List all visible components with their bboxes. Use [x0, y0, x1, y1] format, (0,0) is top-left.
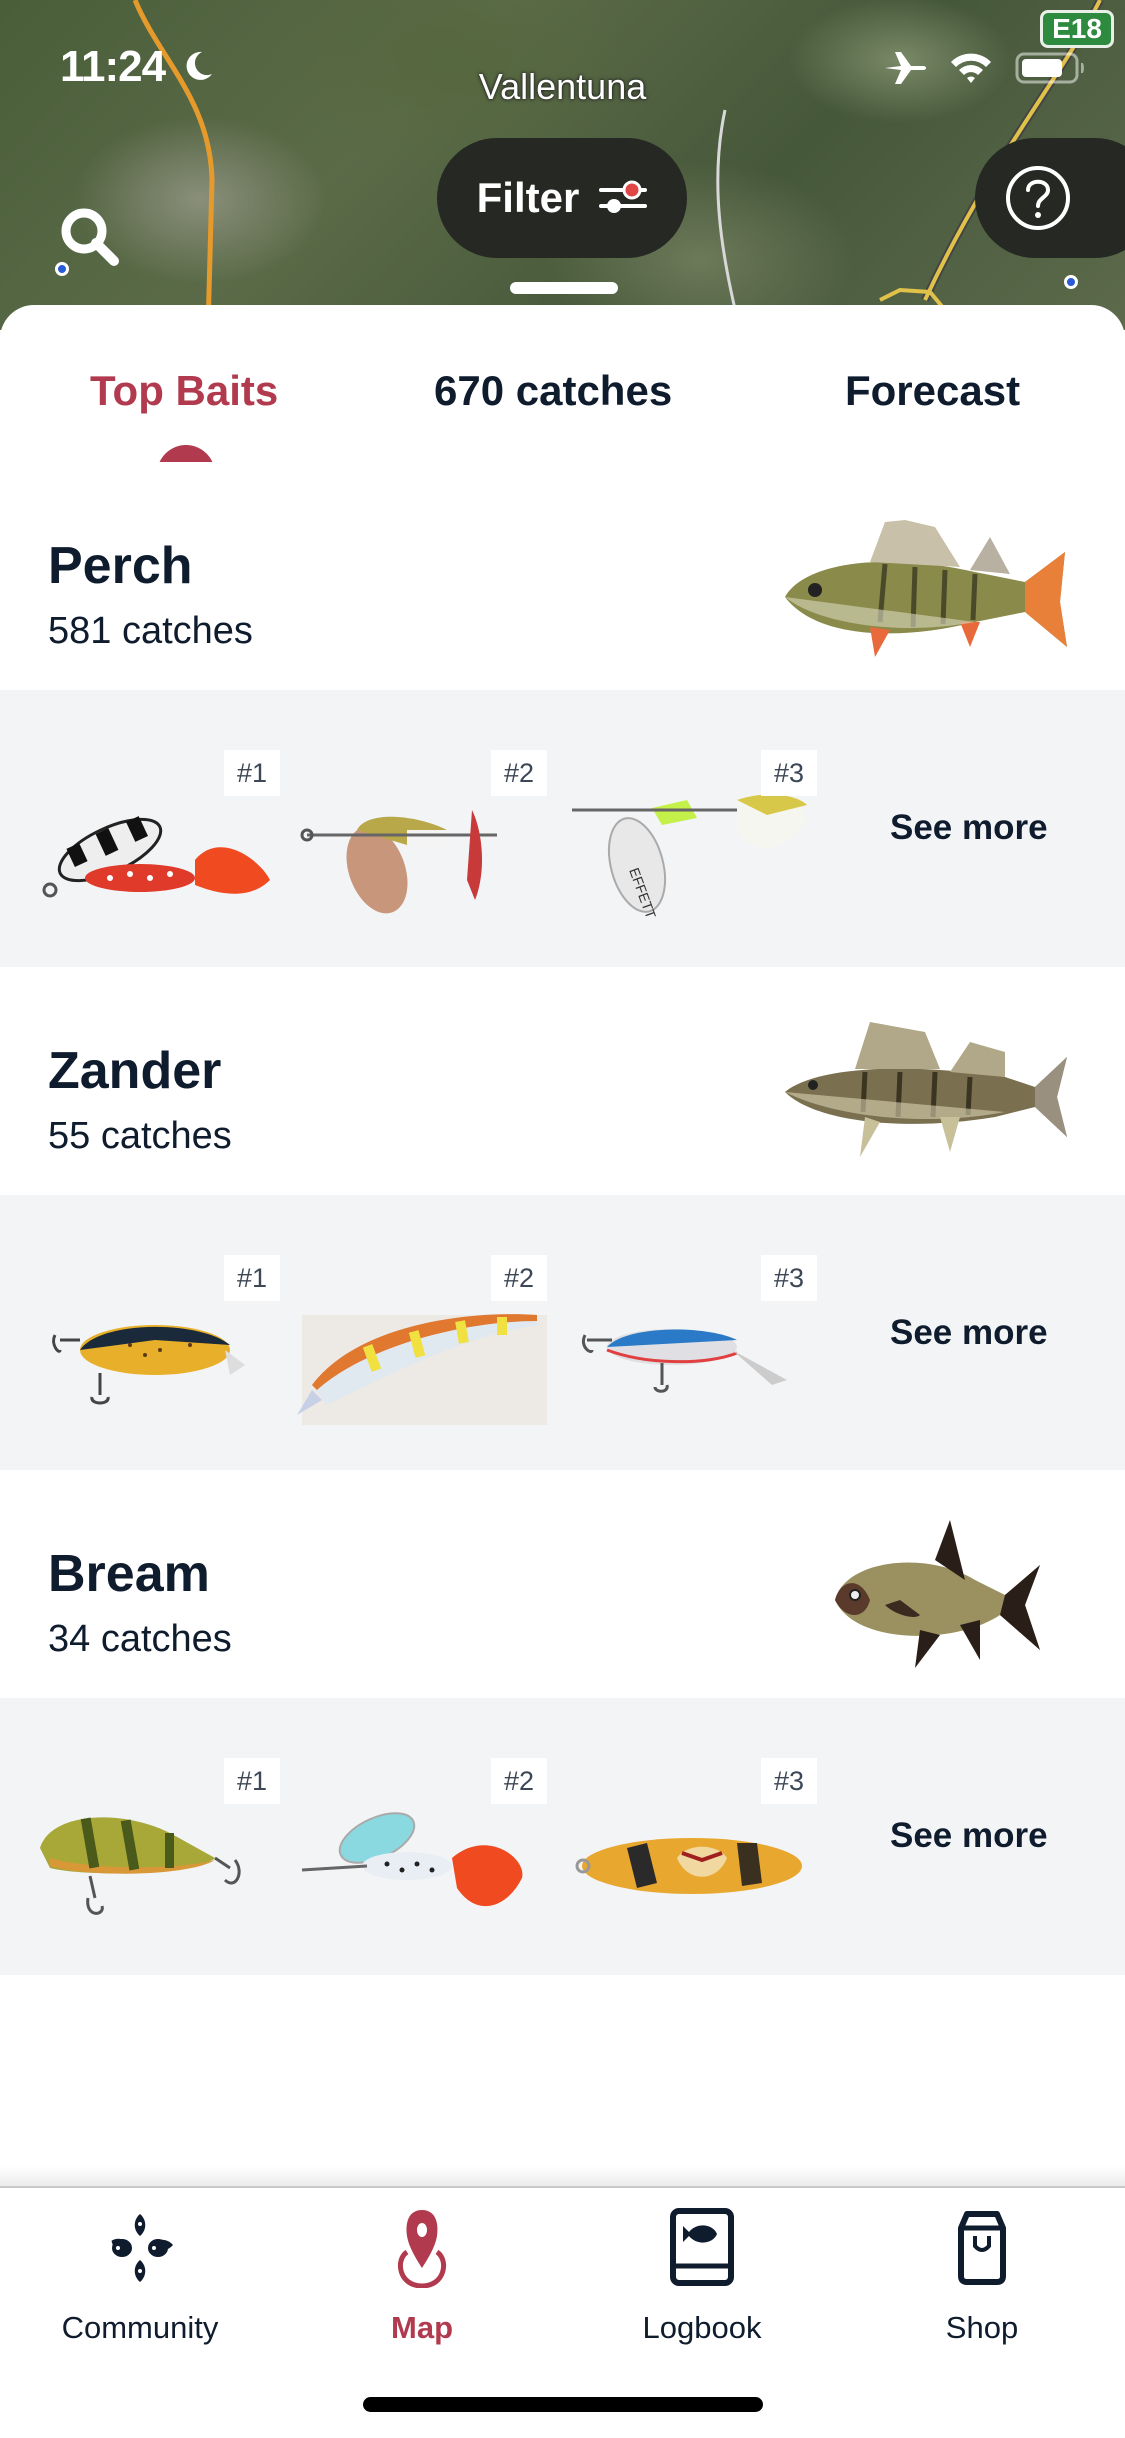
- help-icon[interactable]: [1005, 165, 1071, 231]
- shopping-bag-icon: [958, 2211, 1006, 2285]
- species-count: 55 catches: [48, 1115, 232, 1157]
- bait-image: [575, 1838, 802, 1894]
- nav-shop[interactable]: Shop: [882, 2208, 1082, 2358]
- tab-bar: Top Baits 670 catches Forecast: [0, 305, 1125, 479]
- bait-image: EFFETT: [572, 794, 807, 920]
- species-name: Bream: [48, 1545, 210, 1603]
- bait-item[interactable]: #2: [297, 1255, 547, 1435]
- bream-fish-image: [835, 1520, 1040, 1668]
- bait-row: #1 #2 EFFETT #3 See more: [0, 690, 1125, 967]
- bait-item[interactable]: #2: [297, 1758, 547, 1938]
- bait-rank: #1: [224, 1758, 280, 1804]
- zander-fish-image: [785, 1022, 1067, 1157]
- sliders-icon: [599, 180, 648, 213]
- nav-label: Community: [61, 2310, 219, 2345]
- location-dot: [55, 262, 69, 276]
- bait-row: #1 #2 #3 See more: [0, 1195, 1125, 1472]
- tab-forecast[interactable]: Forecast: [845, 367, 1020, 415]
- nav-community[interactable]: Community: [40, 2208, 240, 2358]
- species-header[interactable]: Zander 55 catches: [0, 967, 1125, 1195]
- filter-label: Filter: [476, 174, 580, 221]
- bait-rank: #1: [224, 750, 280, 796]
- bait-rank: #3: [761, 1255, 817, 1301]
- bait-rank: #1: [224, 1255, 280, 1301]
- bait-rank: #3: [761, 750, 817, 796]
- perch-fish-image: [785, 520, 1067, 657]
- bait-item[interactable]: #1: [30, 1255, 280, 1435]
- search-icon[interactable]: [58, 205, 122, 269]
- bait-item[interactable]: #3: [567, 1255, 817, 1435]
- bait-image: [52, 1325, 245, 1405]
- species-name: Zander: [48, 1042, 222, 1100]
- map-place-label: Vallentuna: [478, 66, 647, 107]
- species-header[interactable]: Perch 581 catches: [0, 462, 1125, 690]
- see-more-link[interactable]: See more: [890, 1816, 1048, 1856]
- see-more-link[interactable]: See more: [890, 808, 1048, 848]
- species-count: 34 catches: [48, 1618, 232, 1660]
- bait-image: [42, 816, 270, 898]
- road-sign: E18: [1040, 10, 1114, 48]
- bait-item[interactable]: #2: [297, 750, 547, 930]
- bait-item[interactable]: EFFETT #3: [567, 750, 817, 930]
- nav-label: Logbook: [642, 2310, 762, 2345]
- species-count: 581 catches: [48, 610, 253, 652]
- filter-button[interactable]: Filter: [437, 138, 687, 258]
- bait-image: [301, 1812, 523, 1907]
- bait-rank: #3: [761, 1758, 817, 1804]
- community-icon: [111, 2214, 173, 2282]
- bait-image: [300, 810, 497, 914]
- see-more-link[interactable]: See more: [890, 1313, 1048, 1353]
- bait-item[interactable]: #1: [30, 750, 280, 930]
- home-indicator[interactable]: [363, 2397, 763, 2412]
- bait-item[interactable]: #1: [30, 1758, 280, 1938]
- sheet-drag-handle[interactable]: [510, 282, 618, 294]
- bait-image: [297, 1314, 547, 1425]
- bait-item[interactable]: #3: [567, 1758, 817, 1938]
- species-name: Perch: [48, 537, 193, 595]
- bait-row: #1 #2 #3 See more: [0, 1698, 1125, 1975]
- bait-image: [40, 1817, 241, 1915]
- species-card-zander[interactable]: Zander 55 catches #1 #2 #3 See more: [0, 967, 1125, 1472]
- tab-top-baits[interactable]: Top Baits: [90, 367, 278, 415]
- nav-map[interactable]: Map: [322, 2208, 522, 2358]
- species-header[interactable]: Bream 34 catches: [0, 1470, 1125, 1698]
- nav-logbook[interactable]: Logbook: [602, 2208, 802, 2358]
- bait-rank: #2: [491, 1758, 547, 1804]
- nav-label: Map: [391, 2310, 453, 2345]
- map-pin-icon: [397, 2210, 447, 2288]
- logbook-icon: [670, 2208, 734, 2286]
- bait-image: [582, 1329, 787, 1393]
- nav-shadow: [0, 2166, 1125, 2186]
- location-dot: [1064, 275, 1078, 289]
- nav-label: Shop: [945, 2310, 1019, 2345]
- bait-rank: #2: [491, 1255, 547, 1301]
- bait-rank: #2: [491, 750, 547, 796]
- species-card-bream[interactable]: Bream 34 catches #1 #2 #3 See more: [0, 1470, 1125, 1975]
- tab-catches[interactable]: 670 catches: [434, 367, 672, 415]
- species-card-perch[interactable]: Perch 581 catches #1 #2 EFFETT #3 See mo…: [0, 462, 1125, 967]
